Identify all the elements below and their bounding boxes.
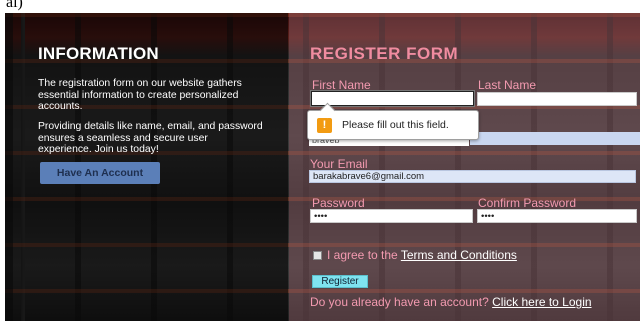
information-title: INFORMATION: [38, 44, 159, 63]
password-label: Password: [312, 196, 365, 210]
email-input[interactable]: [309, 170, 636, 183]
cropped-top-text: al): [6, 0, 23, 11]
login-prompt-text: Do you already have an account?: [310, 295, 489, 309]
first-name-label: First Name: [312, 78, 371, 92]
terms-link[interactable]: Terms and Conditions: [401, 248, 517, 262]
tooltip-message: Please fill out this field.: [342, 119, 449, 131]
information-paragraph-2: Providing details like name, email, and …: [38, 121, 263, 156]
have-account-button[interactable]: Have An Account: [40, 162, 160, 184]
login-prompt: Do you already have an account? Click he…: [310, 296, 630, 309]
partial-field-background: [470, 132, 640, 145]
register-form-title: REGISTER FORM: [310, 44, 459, 63]
last-name-input[interactable]: [477, 92, 637, 106]
warning-icon: !: [317, 117, 332, 133]
last-name-label: Last Name: [478, 78, 537, 92]
confirm-password-label: Confirm Password: [478, 196, 577, 210]
password-input[interactable]: [310, 209, 473, 223]
email-label: Your Email: [310, 157, 368, 171]
cropped-top-strip: al): [0, 0, 640, 13]
validation-tooltip: ! Please fill out this field.: [307, 110, 479, 140]
agree-checkbox[interactable]: [313, 251, 322, 260]
confirm-password-input[interactable]: [477, 209, 637, 223]
first-name-input[interactable]: [310, 90, 475, 107]
agree-prefix: I agree to the: [327, 248, 401, 262]
login-link[interactable]: Click here to Login: [492, 295, 591, 309]
information-paragraph-1: The registration form on our website gat…: [38, 78, 242, 113]
agree-text: I agree to the Terms and Conditions: [327, 248, 517, 262]
register-button[interactable]: Register: [312, 275, 368, 288]
